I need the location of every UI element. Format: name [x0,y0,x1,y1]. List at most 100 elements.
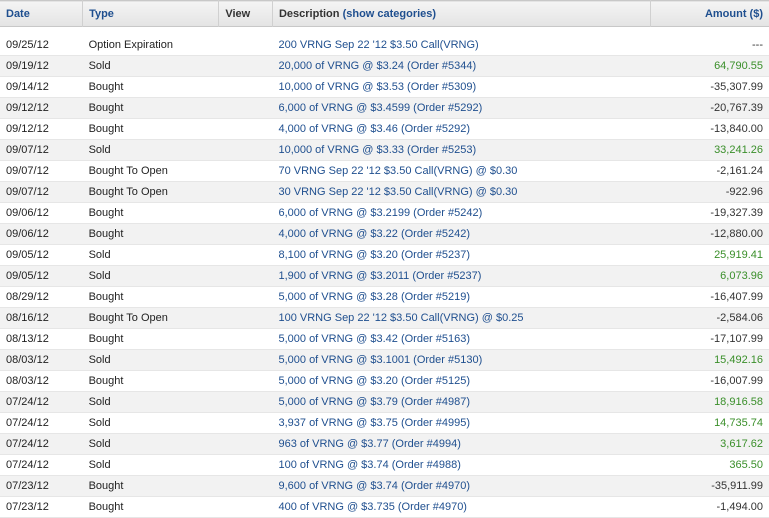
type-cell: Sold [82,244,219,266]
type-cell: Sold [82,412,219,434]
view-cell [218,181,273,203]
description-link[interactable]: 100 VRNG Sep 22 '12 $3.50 Call(VRNG) @ $… [272,307,651,329]
description-link[interactable]: 100 of VRNG @ $3.74 (Order #4988) [272,454,651,476]
description-link[interactable]: 20,000 of VRNG @ $3.24 (Order #5344) [272,55,651,77]
date-cell: 07/23/12 [0,475,83,497]
description-link[interactable]: 6,000 of VRNG @ $3.2199 (Order #5242) [272,202,651,224]
date-cell: 09/19/12 [0,55,83,77]
show-categories-link[interactable]: (show categories) [343,8,437,20]
view-cell [218,97,273,119]
description-link[interactable]: 5,000 of VRNG @ $3.1001 (Order #5130) [272,349,651,371]
description-link[interactable]: 4,000 of VRNG @ $3.22 (Order #5242) [272,223,651,245]
date-cell: 07/24/12 [0,412,83,434]
view-cell [218,76,273,98]
date-cell: 08/13/12 [0,328,83,350]
description-link[interactable]: 70 VRNG Sep 22 '12 $3.50 Call(VRNG) @ $0… [272,160,651,182]
type-cell: Bought To Open [82,160,219,182]
transactions-body: 09/25/12 Option Expiration 200 VRNG Sep 22… [0,27,769,518]
table-row: 07/23/12 Bought 9,600 of VRNG @ $3.74 (Ord… [0,475,769,497]
view-cell [218,412,273,434]
amount-cell: 64,790.55 [650,55,769,77]
amount-cell: -35,307.99 [650,76,769,98]
type-cell: Sold [82,433,219,455]
description-link[interactable]: 3,937 of VRNG @ $3.75 (Order #4995) [272,412,651,434]
description-link[interactable]: 400 of VRNG @ $3.735 (Order #4970) [272,496,651,518]
amount-cell: -16,007.99 [650,370,769,392]
date-cell: 07/23/12 [0,496,83,518]
description-link[interactable]: 5,000 of VRNG @ $3.28 (Order #5219) [272,286,651,308]
view-cell [218,286,273,308]
description-link[interactable]: 5,000 of VRNG @ $3.20 (Order #5125) [272,370,651,392]
type-header-label[interactable]: Type [89,8,114,20]
type-column-header[interactable]: Type [82,0,220,27]
table-row: 09/12/12 Bought 4,000 of VRNG @ $3.46 (Ord… [0,118,769,140]
amount-cell: -922.96 [650,181,769,203]
type-cell: Bought [82,496,219,518]
date-cell: 09/12/12 [0,118,83,140]
amount-cell: -2,584.06 [650,307,769,329]
view-cell [218,160,273,182]
date-cell: 09/07/12 [0,139,83,161]
view-cell [218,496,273,518]
amount-cell: -16,407.99 [650,286,769,308]
table-row: 08/29/12 Bought 5,000 of VRNG @ $3.28 (Ord… [0,286,769,308]
table-row: 07/24/12 Sold 963 of VRNG @ $3.77 (Order #… [0,433,769,455]
type-cell: Bought [82,223,219,245]
view-cell [218,475,273,497]
date-column-header[interactable]: Date [0,0,84,27]
table-row: 09/25/12 Option Expiration 200 VRNG Sep 22… [0,35,769,56]
date-cell: 08/29/12 [0,286,83,308]
type-cell: Bought [82,118,219,140]
amount-cell: --- [650,35,769,56]
date-cell: 09/05/12 [0,244,83,266]
view-cell [218,265,273,287]
type-cell: Bought To Open [82,307,219,329]
type-cell: Option Expiration [82,35,219,56]
view-header-label: View [225,7,251,20]
view-cell [218,244,273,266]
date-cell: 09/05/12 [0,265,83,287]
amount-header-label[interactable]: Amount ($) [705,8,763,20]
date-header-label[interactable]: Date [6,8,30,20]
amount-cell: -2,161.24 [650,160,769,182]
description-link[interactable]: 5,000 of VRNG @ $3.79 (Order #4987) [272,391,651,413]
amount-cell: 365.50 [650,454,769,476]
description-link[interactable]: 4,000 of VRNG @ $3.46 (Order #5292) [272,118,651,140]
type-cell: Sold [82,454,219,476]
date-cell: 07/24/12 [0,391,83,413]
table-row: 08/03/12 Sold 5,000 of VRNG @ $3.1001 (Ord… [0,349,769,371]
description-link[interactable]: 5,000 of VRNG @ $3.42 (Order #5163) [272,328,651,350]
transactions-table: Date Type View Description (show categor… [0,0,769,518]
view-cell [218,35,273,56]
description-link[interactable]: 10,000 of VRNG @ $3.33 (Order #5253) [272,139,651,161]
amount-cell: 6,073.96 [650,265,769,287]
date-cell: 09/07/12 [0,181,83,203]
table-row: 09/05/12 Sold 8,100 of VRNG @ $3.20 (Order… [0,244,769,266]
type-cell: Bought [82,76,219,98]
amount-column-header[interactable]: Amount ($) [650,1,769,27]
description-header-label: Description [278,7,340,20]
description-link[interactable]: 30 VRNG Sep 22 '12 $3.50 Call(VRNG) @ $0… [272,181,651,203]
view-cell [218,328,273,350]
date-cell: 09/07/12 [0,160,83,182]
type-cell: Bought [82,475,219,497]
description-link[interactable]: 6,000 of VRNG @ $3.4599 (Order #5292) [272,97,651,119]
table-row: 07/24/12 Sold 100 of VRNG @ $3.74 (Order #… [0,454,769,476]
amount-cell: 33,241.26 [650,139,769,161]
description-link[interactable]: 8,100 of VRNG @ $3.20 (Order #5237) [272,244,651,266]
description-link[interactable]: 200 VRNG Sep 22 '12 $3.50 Call(VRNG) [272,35,651,56]
type-cell: Sold [82,55,219,77]
description-link[interactable]: 10,000 of VRNG @ $3.53 (Order #5309) [272,76,651,98]
amount-cell: -35,911.99 [650,475,769,497]
table-row: 09/05/12 Sold 1,900 of VRNG @ $3.2011 (Ord… [0,265,769,287]
view-cell [218,118,273,140]
view-cell [218,454,273,476]
description-column-header: Description (show categories) [272,0,651,27]
date-cell: 08/03/12 [0,349,83,371]
description-link[interactable]: 9,600 of VRNG @ $3.74 (Order #4970) [272,475,651,497]
table-row: 08/13/12 Bought 5,000 of VRNG @ $3.42 (Ord… [0,328,769,350]
table-row: 08/16/12 Bought To Open 100 VRNG Sep 22 '1… [0,307,769,329]
description-link[interactable]: 963 of VRNG @ $3.77 (Order #4994) [272,433,651,455]
date-cell: 09/12/12 [0,97,83,119]
description-link[interactable]: 1,900 of VRNG @ $3.2011 (Order #5237) [272,265,651,287]
